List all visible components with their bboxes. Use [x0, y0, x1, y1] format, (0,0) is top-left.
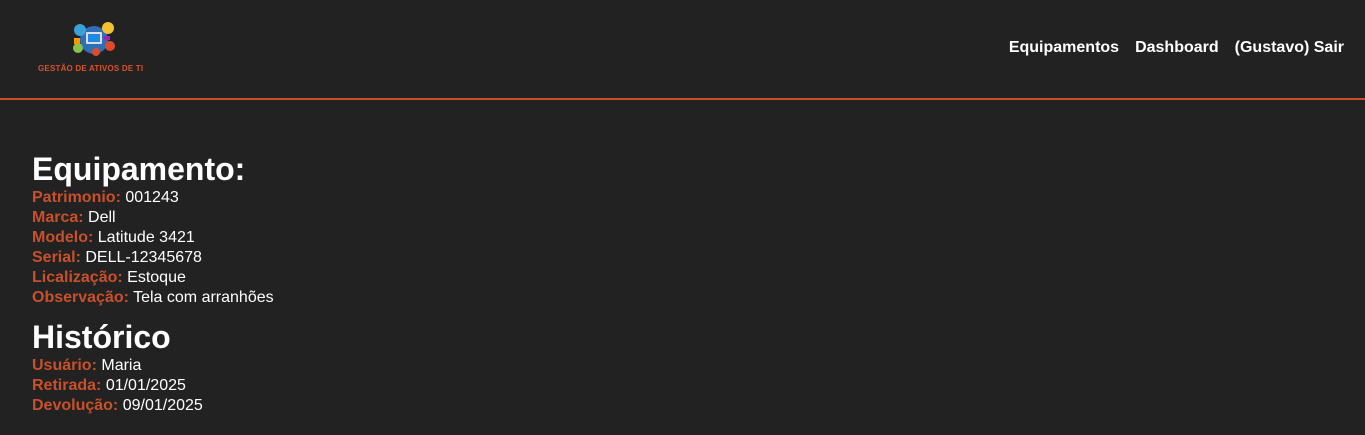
- field-value: Latitude 3421: [97, 229, 195, 246]
- field-label: Observação:: [32, 289, 129, 306]
- main-content: Equipamento: Patrimonio: 001243 Marca: D…: [32, 150, 274, 416]
- field-value: 09/01/2025: [122, 397, 203, 414]
- field-localizacao: Licalização: Estoque: [32, 268, 274, 288]
- field-usuario: Usuário: Maria: [32, 356, 274, 376]
- logo[interactable]: GESTÃO DE ATIVOS DE TI: [38, 18, 154, 76]
- field-modelo: Modelo: Latitude 3421: [32, 228, 274, 248]
- field-observacao: Observação: Tela com arranhões: [32, 288, 274, 308]
- field-label: Patrimonio:: [32, 189, 121, 206]
- it-assets-logo-icon: [73, 22, 115, 56]
- field-label: Devolução:: [32, 397, 119, 414]
- field-label: Usuário:: [32, 357, 97, 374]
- historico-title: Histórico: [32, 319, 171, 355]
- field-value: 001243: [125, 189, 179, 206]
- field-label: Retirada:: [32, 377, 102, 394]
- field-value: Dell: [88, 209, 116, 226]
- top-nav: Equipamentos Dashboard (Gustavo) Sair: [1009, 39, 1344, 57]
- field-label: Serial:: [32, 249, 81, 266]
- header: GESTÃO DE ATIVOS DE TI Equipamentos Dash…: [0, 0, 1365, 100]
- field-patrimonio: Patrimonio: 001243: [32, 188, 274, 208]
- nav-logout-link[interactable]: (Gustavo) Sair: [1235, 39, 1344, 57]
- field-retirada: Retirada: 01/01/2025: [32, 376, 274, 396]
- field-value: Estoque: [127, 269, 186, 286]
- field-value: 01/01/2025: [105, 377, 186, 394]
- nav-dashboard-link[interactable]: Dashboard: [1135, 39, 1219, 57]
- field-devolucao: Devolução: 09/01/2025: [32, 396, 274, 416]
- field-label: Modelo:: [32, 229, 94, 246]
- field-label: Licalização:: [32, 269, 123, 286]
- nav-equipamentos-link[interactable]: Equipamentos: [1009, 39, 1119, 57]
- field-serial: Serial: DELL-12345678: [32, 248, 274, 268]
- field-value: Maria: [101, 357, 142, 374]
- field-value: Tela com arranhões: [133, 289, 274, 306]
- logo-text: GESTÃO DE ATIVOS DE TI: [38, 64, 144, 73]
- field-label: Marca:: [32, 209, 84, 226]
- equipamento-title: Equipamento:: [32, 151, 246, 187]
- field-marca: Marca: Dell: [32, 208, 274, 228]
- field-value: DELL-12345678: [85, 249, 202, 266]
